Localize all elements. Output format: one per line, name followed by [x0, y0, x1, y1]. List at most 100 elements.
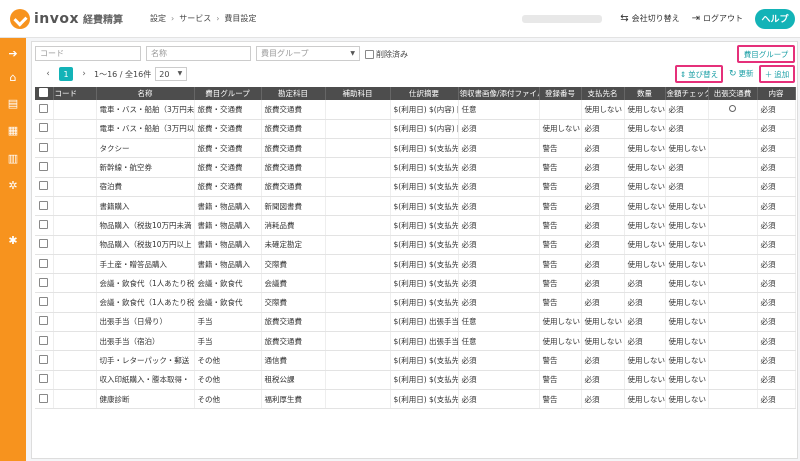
row-select-cell[interactable]	[35, 177, 54, 197]
row-select-cell[interactable]	[35, 235, 54, 255]
current-page[interactable]: 1	[59, 67, 73, 81]
row-checkbox[interactable]	[39, 103, 49, 113]
next-page-icon[interactable]: ›	[76, 67, 92, 81]
row-select-cell[interactable]	[35, 273, 54, 294]
row-checkbox[interactable]	[39, 219, 49, 229]
table-row[interactable]: 健康診断 その他 福利厚生費 $(利用日) $(支払先 必須 警告 必須 使用しない 使用しない…	[35, 389, 796, 410]
row-select-cell[interactable]	[35, 254, 54, 275]
row-select-cell[interactable]	[35, 389, 54, 410]
row-checkbox[interactable]	[39, 142, 49, 152]
home-icon[interactable]: ⌂	[0, 69, 26, 85]
row-select-cell[interactable]	[35, 292, 54, 313]
deleted-filter[interactable]: 削除済み	[365, 49, 408, 60]
row-checkbox[interactable]	[39, 123, 49, 133]
column-header[interactable]: 勘定科目	[261, 87, 326, 100]
per-page-select[interactable]: 20 ▼	[155, 67, 188, 81]
column-header[interactable]: 補助科目	[325, 87, 391, 100]
column-header[interactable]: 仕訳摘要	[390, 87, 459, 100]
row-select-cell[interactable]	[35, 138, 54, 159]
row-checkbox[interactable]	[39, 355, 49, 364]
row-select-cell[interactable]	[35, 331, 54, 352]
table-row[interactable]: 切手・レターパック・郵送 その他 通信費 $(利用日) $(支払先 必須 警告 必須 使用しな…	[35, 350, 796, 371]
row-checkbox[interactable]	[39, 297, 49, 307]
prev-page-icon[interactable]: ‹	[40, 67, 56, 81]
breadcrumb-item[interactable]: サービス	[179, 13, 211, 24]
column-header[interactable]: 数量	[624, 87, 666, 100]
table-row[interactable]: 書籍購入 書籍・物品購入 新聞図書費 $(利用日) $(支払先 必須 警告 必須 使用しない使…	[35, 196, 796, 217]
row-checkbox[interactable]	[39, 393, 49, 403]
row-select-cell[interactable]	[35, 119, 54, 140]
table-row[interactable]: 電車・バス・船舶（3万円未 旅費・交通費 旅費交通費 $(利用日) $(内容) [任意…	[35, 100, 796, 120]
row-checkbox[interactable]	[39, 162, 49, 172]
column-header[interactable]: 出張交通費	[708, 87, 758, 100]
add-button[interactable]: ＋ 追加	[759, 65, 795, 83]
table-row[interactable]: 出張手当（宿泊） 手当 旅費交通費 $(利用日) 出張手当 任意 使用しない 使用しない 必須…	[35, 331, 796, 352]
logout-link[interactable]: ⇥ ログアウト	[692, 13, 743, 24]
breadcrumb-item[interactable]: 設定	[150, 13, 166, 24]
breadcrumb-item-current: 費目設定	[224, 14, 257, 23]
app-logo[interactable]: invox 経費精算	[10, 8, 140, 29]
column-header[interactable]: 領収書画像/添付ファイル	[458, 87, 540, 100]
document-export-icon[interactable]: ▦	[0, 122, 26, 138]
row-select-cell[interactable]	[35, 157, 54, 178]
table-row[interactable]: 手土産・贈答品購入 書籍・物品購入 交際費 $(利用日) $(支払先 必須 警告 必須 使用し…	[35, 254, 796, 275]
table-row[interactable]: 物品購入（税抜10万円未満 書籍・物品購入 消耗品費 $(利用日) $(支払先 必須 警告…	[35, 215, 796, 236]
refresh-button[interactable]: ↻ 更新	[729, 68, 754, 79]
table-row[interactable]: 会議・飲食代（1人あたり税 会議・飲食代 交際費 $(利用日) $(支払先 必須 警告 必須…	[35, 292, 796, 313]
table-row[interactable]: 出張手当（日帰り） 手当 旅費交通費 $(利用日) 出張手当 任意 使用しない 使用しない必…	[35, 312, 796, 333]
breadcrumb-separator-icon: ›	[171, 14, 175, 23]
tools-icon[interactable]: ✱	[0, 232, 26, 248]
column-header[interactable]: 費目グループ	[194, 87, 262, 100]
switch-company-link[interactable]: ⇆ 会社切り替え	[620, 13, 679, 24]
cell-memo: $(利用日) $(支払先	[390, 273, 459, 294]
row-select-cell[interactable]	[35, 196, 54, 217]
row-select-cell[interactable]	[35, 215, 54, 236]
row-checkbox[interactable]	[39, 277, 49, 287]
cell-content: 必須	[757, 177, 796, 197]
row-select-cell[interactable]	[35, 100, 54, 120]
column-header[interactable]: 登録番号	[539, 87, 582, 100]
cell-group: 手当	[194, 331, 262, 352]
table-row[interactable]: 収入印紙購入・謄本取得・ その他 租税公課 $(利用日) $(支払先 必須 警告 必須 使用し…	[35, 370, 796, 390]
chart-icon[interactable]: ▥	[0, 150, 26, 166]
table-row[interactable]: 会議・飲食代（1人あたり税 会議・飲食代 会議費 $(利用日) $(支払先 必須 警告 必須…	[35, 273, 796, 294]
row-checkbox[interactable]	[39, 181, 49, 191]
cell-sub	[325, 235, 391, 255]
document-icon[interactable]: ▤	[0, 95, 26, 111]
help-button[interactable]: ヘルプ	[755, 8, 795, 29]
table-row[interactable]: 宿泊費 旅費・交通費 旅費交通費 $(利用日) $(支払先 必須 警告 必須 使用しない 必須必…	[35, 177, 796, 197]
select-all-header[interactable]	[35, 87, 54, 100]
name-filter-input[interactable]: 名称	[146, 46, 251, 61]
row-checkbox[interactable]	[39, 335, 49, 345]
code-filter-input[interactable]: コード	[35, 46, 141, 61]
sort-button[interactable]: ⇕ 並び替え	[675, 65, 723, 83]
cell-payee: 必須	[581, 138, 625, 159]
expense-group-button[interactable]: 費目グループ	[737, 45, 795, 63]
table-header-row: コード 名称 費目グループ 勘定科目 補助科目 仕訳摘要 領収書画像/添付ファイル 登録番号支…	[35, 87, 796, 100]
cell-payee: 必須	[581, 215, 625, 236]
column-header[interactable]: コード	[53, 87, 97, 100]
cell-account: 旅費交通費	[261, 157, 326, 178]
row-select-cell[interactable]	[35, 312, 54, 333]
column-header[interactable]: 金額チェック	[665, 87, 709, 100]
row-checkbox[interactable]	[39, 316, 49, 326]
row-select-cell[interactable]	[35, 370, 54, 390]
table-row[interactable]: タクシー 旅費・交通費 旅費交通費 $(利用日) $(支払先 必須 警告 必須 使用しない 使用…	[35, 138, 796, 159]
row-checkbox[interactable]	[39, 239, 49, 249]
table-row[interactable]: 新幹線・航空券 旅費・交通費 旅費交通費 $(利用日) $(支払先 必須 警告 必須 使用しな…	[35, 157, 796, 178]
column-header[interactable]: 支払先名	[581, 87, 625, 100]
table-row[interactable]: 電車・バス・船舶（3万円以 旅費・交通費 旅費交通費 $(利用日) $(内容) [必須…	[35, 119, 796, 140]
row-select-cell[interactable]	[35, 350, 54, 371]
select-all-checkbox[interactable]	[39, 88, 49, 97]
row-checkbox[interactable]	[39, 258, 49, 268]
table-row[interactable]: 物品購入（税抜10万円以上 書籍・物品購入 未確定勘定 $(利用日) $(支払先 必須警…	[35, 235, 796, 255]
row-checkbox[interactable]	[39, 374, 49, 384]
column-header[interactable]: 名称	[96, 87, 195, 100]
column-header[interactable]: 内容	[757, 87, 796, 100]
settings-gear-icon[interactable]: ✲	[0, 177, 26, 193]
deleted-checkbox[interactable]	[365, 50, 374, 59]
group-filter-select[interactable]: 費目グループ ▼	[256, 46, 360, 61]
row-checkbox[interactable]	[39, 200, 49, 210]
cell-sub	[325, 119, 391, 140]
arrow-right-circle-icon[interactable]: ➔	[0, 45, 26, 61]
